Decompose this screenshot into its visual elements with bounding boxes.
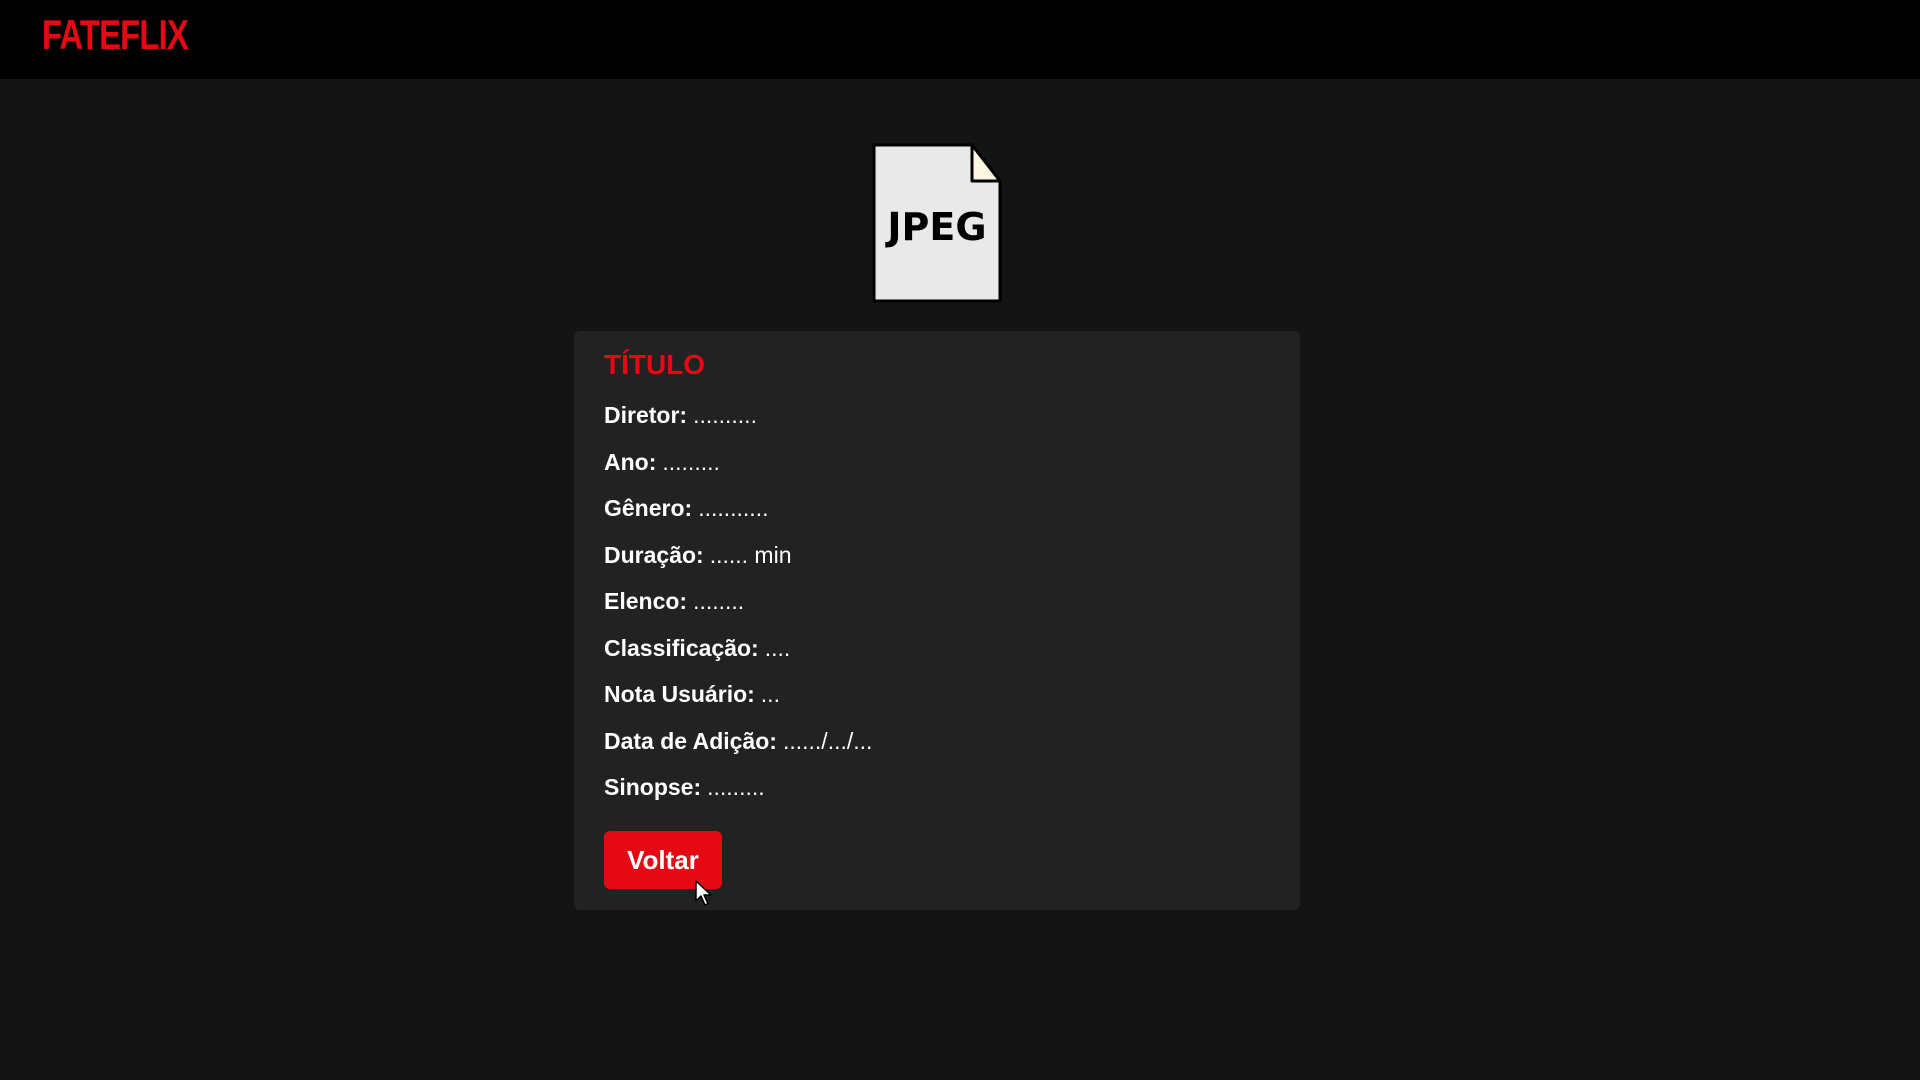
fateflix-logo[interactable]: FATEFLIX bbox=[42, 10, 189, 60]
field-value: ....../.../... bbox=[782, 727, 873, 754]
field-value: ......... bbox=[662, 448, 720, 475]
field-label: Elenco: bbox=[604, 588, 688, 614]
field-rating-class: Classificação:.... bbox=[604, 632, 872, 679]
top-bar: FATEFLIX bbox=[0, 0, 1920, 79]
movie-poster: JPEG bbox=[872, 143, 1002, 303]
field-value: ... bbox=[760, 681, 780, 707]
field-value: ........ bbox=[693, 588, 745, 614]
field-genre: Gênero:........... bbox=[604, 492, 872, 539]
poster-label: JPEG bbox=[884, 205, 986, 249]
field-cast: Elenco:........ bbox=[604, 585, 872, 632]
field-value: .......... bbox=[693, 402, 757, 428]
movie-details-card: TÍTULO Diretor:.......... Ano:......... … bbox=[574, 331, 1300, 910]
field-value: .... bbox=[764, 634, 791, 661]
field-label: Duração: bbox=[604, 541, 704, 568]
field-label: Ano: bbox=[604, 448, 657, 475]
jpeg-file-icon: JPEG bbox=[872, 143, 1002, 303]
field-user-score: Nota Usuário:... bbox=[604, 678, 872, 725]
movie-info-list: Diretor:.......... Ano:......... Gênero:… bbox=[604, 399, 872, 818]
field-year: Ano:......... bbox=[604, 446, 872, 493]
field-date-added: Data de Adição: ....../.../... bbox=[604, 725, 872, 772]
field-value: ...... min bbox=[709, 541, 792, 568]
field-label: Diretor: bbox=[604, 402, 688, 428]
mouse-pointer-icon bbox=[695, 880, 712, 906]
field-duration: Duração:...... min bbox=[604, 539, 872, 586]
field-director: Diretor:.......... bbox=[604, 399, 872, 446]
field-value: ........... bbox=[698, 495, 769, 521]
field-synopsis: Sinopse:......... bbox=[604, 771, 872, 818]
movie-title: TÍTULO bbox=[604, 349, 706, 380]
field-label: Sinopse: bbox=[604, 774, 702, 800]
field-label: Data de Adição: bbox=[604, 727, 777, 754]
field-value: ......... bbox=[707, 774, 765, 800]
field-label: Classificação: bbox=[604, 634, 759, 661]
field-label: Gênero: bbox=[604, 495, 693, 521]
field-label: Nota Usuário: bbox=[604, 681, 755, 707]
